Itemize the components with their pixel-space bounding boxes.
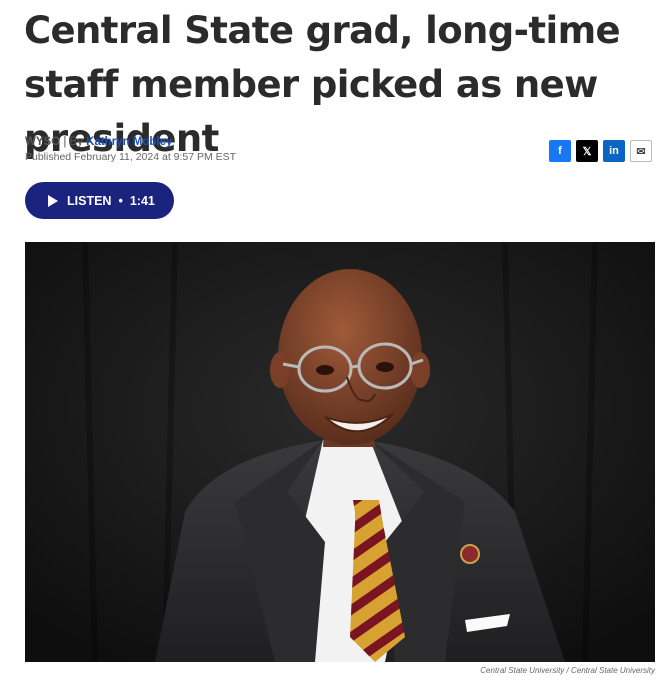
listen-separator: • [118, 193, 123, 208]
listen-button[interactable]: LISTEN • 1:41 [25, 182, 174, 219]
facebook-icon: f [558, 145, 562, 157]
byline-prefix: | By [63, 136, 83, 148]
email-icon: ✉ [636, 145, 646, 158]
byline: WYSO | By Kathryn Mobley [25, 136, 172, 148]
linkedin-icon: in [609, 145, 619, 157]
email-share-button[interactable]: ✉ [630, 140, 652, 162]
source-name: WYSO [25, 136, 61, 148]
published-date: Published February 11, 2024 at 9:57 PM E… [25, 151, 237, 163]
facebook-share-button[interactable]: f [549, 140, 571, 162]
author-link[interactable]: Kathryn Mobley [86, 136, 172, 148]
portrait-illustration [25, 242, 655, 662]
photo-credit: Central State University / Central State… [480, 666, 655, 675]
listen-duration: 1:41 [129, 193, 155, 208]
linkedin-share-button[interactable]: in [603, 140, 625, 162]
x-share-button[interactable]: 𝕏 [576, 140, 598, 162]
article-photo [25, 242, 655, 662]
play-icon [48, 194, 58, 207]
share-bar: f 𝕏 in ✉ [549, 140, 652, 162]
listen-label: LISTEN [67, 193, 112, 208]
x-icon: 𝕏 [582, 145, 592, 158]
